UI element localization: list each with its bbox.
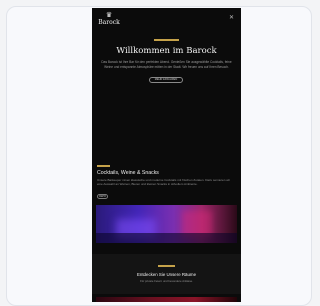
section-accent-line <box>97 165 110 167</box>
bar-interior-photo <box>96 205 237 243</box>
menu-icon[interactable]: ✕ <box>228 15 235 21</box>
hero-accent-line <box>154 39 179 41</box>
section-more-button[interactable]: MEHR <box>97 194 108 199</box>
rooms-photo <box>96 297 237 302</box>
section-title: Cocktails, Weine & Snacks <box>97 170 159 176</box>
site-header: ♛ Barock ✕ <box>92 8 241 30</box>
rooms-accent-line <box>158 265 175 267</box>
hero-text: Das Barock ist Ihre Bar für den perfekte… <box>101 60 232 69</box>
section-text: Unsere Barkeeper mixen klassische und mo… <box>97 178 231 187</box>
crown-icon: ♛ <box>105 11 113 19</box>
photo-counter <box>96 233 237 243</box>
website-preview[interactable]: ♛ Barock ✕ Willkommen im Barock Das Baro… <box>92 8 241 302</box>
logo-text: Barock <box>98 19 120 26</box>
hero-title: Willkommen im Barock <box>116 46 217 56</box>
hero-more-button[interactable]: MEHR ERFAHREN <box>149 77 183 83</box>
rooms-title: Entdecken Sie Unsere Räume <box>136 272 197 277</box>
rooms-text: Für private Feiern und besondere Anlässe… <box>140 279 193 283</box>
site-logo[interactable]: ♛ Barock <box>98 11 120 27</box>
